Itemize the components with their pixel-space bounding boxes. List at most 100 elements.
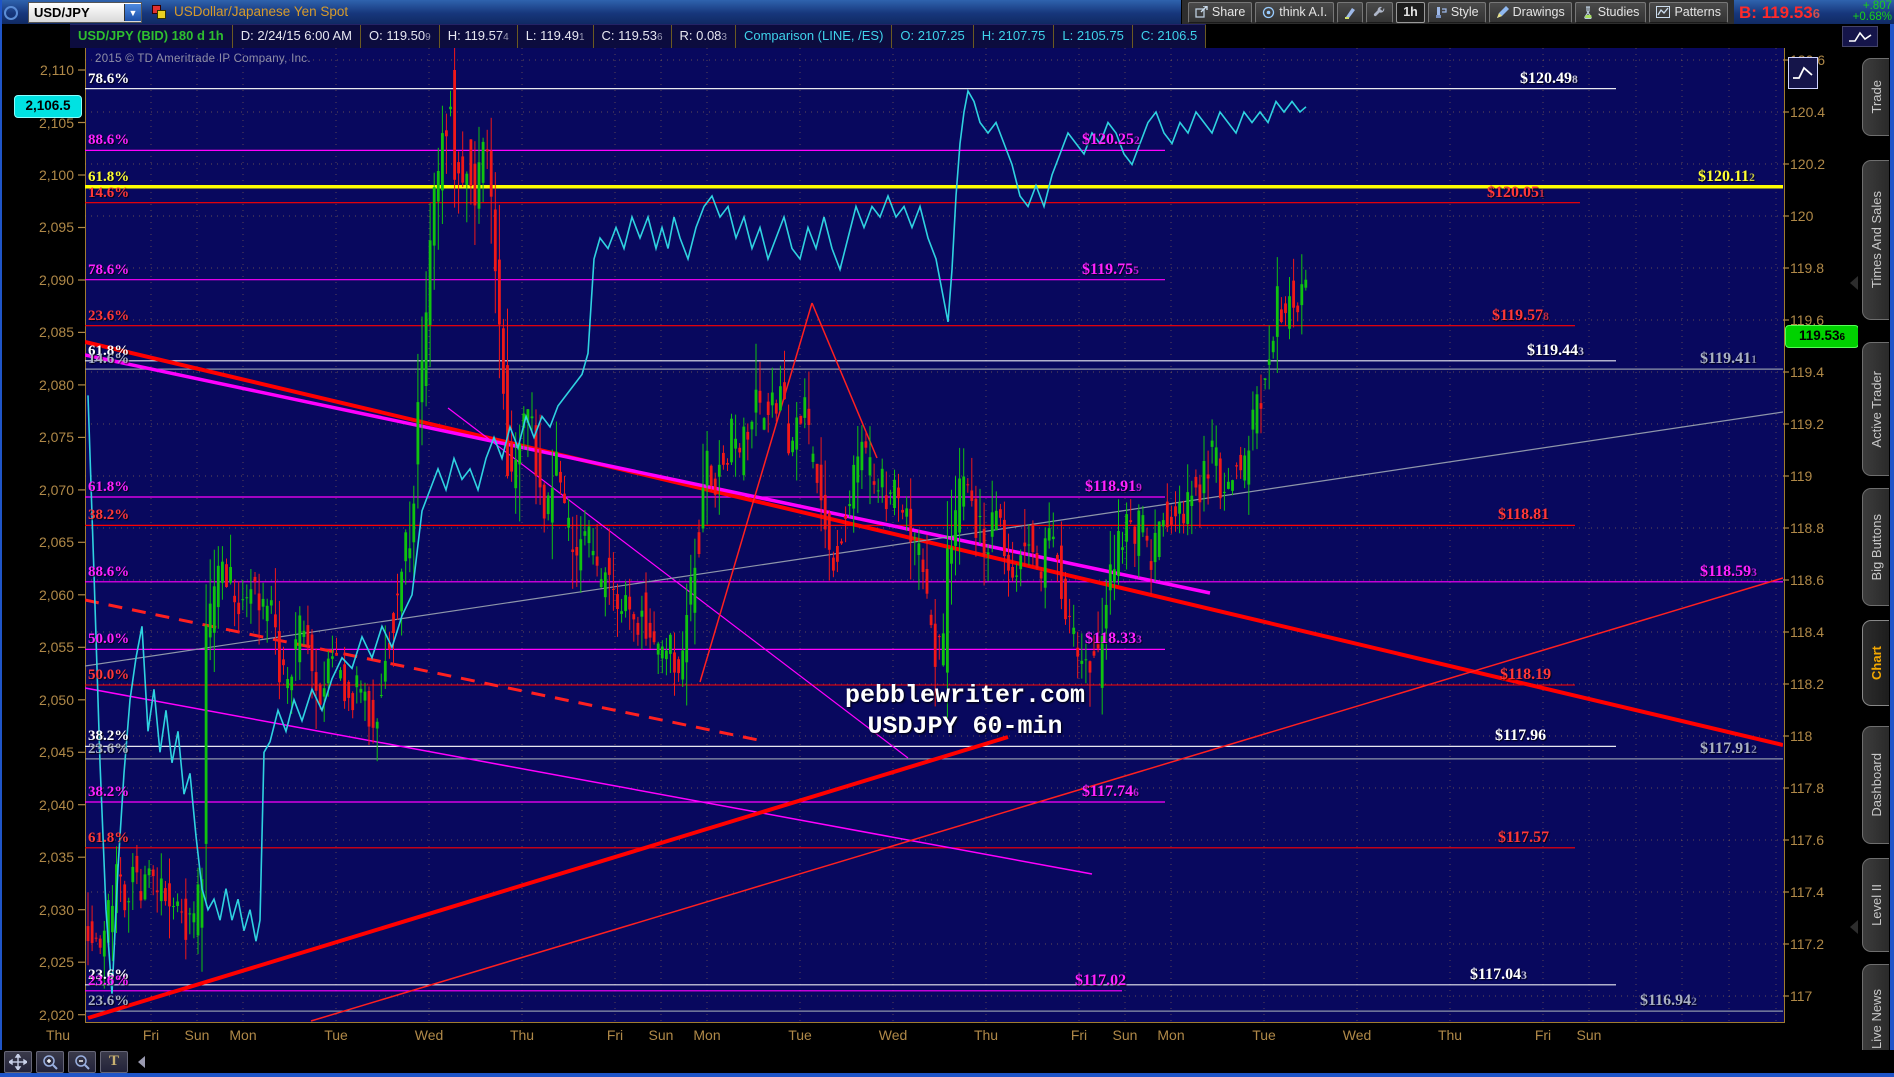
price-level-label: $120.112 <box>1698 167 1755 185</box>
x-axis-date-label: Tue <box>324 1027 348 1043</box>
left-axis-tick: 2,050 <box>38 691 74 708</box>
left-axis-tick: 2,040 <box>38 796 74 813</box>
right-axis-tick: 117 <box>1790 987 1813 1004</box>
right-axis-tick: 118.4 <box>1790 623 1824 640</box>
fib-level-label: 88.6% <box>88 563 130 580</box>
price-level-label: $119.578 <box>1492 306 1549 324</box>
share-button[interactable]: Share <box>1187 1 1253 23</box>
fib-level-label: 61.8% <box>88 168 130 185</box>
x-axis-date-label: Sun <box>1112 1027 1138 1043</box>
left-axis-tick: 2,045 <box>38 744 74 761</box>
title-bar: USD/JPY ▼ USDollar/Japanese Yen Spot Sha… <box>0 0 1894 24</box>
left-axis-tick: 2,025 <box>38 954 74 971</box>
expansion-icon[interactable] <box>1788 57 1818 89</box>
marker-icon <box>1344 6 1356 19</box>
fib-level-label: 61.8% <box>88 479 130 496</box>
x-axis-date-label: Mon <box>693 1027 721 1043</box>
collapse-arrow-icon[interactable] <box>1850 276 1858 290</box>
price-level-label: $118.81 <box>1498 506 1550 524</box>
line-chart-icon[interactable] <box>1842 26 1878 47</box>
change-percent: +0.68% <box>1852 11 1892 23</box>
tab-chart[interactable]: Chart <box>1862 620 1889 706</box>
status-field: C: 119.536 <box>594 25 672 48</box>
price-level-label: $117.746 <box>1082 783 1139 801</box>
status-field: H: 119.574 <box>440 25 518 48</box>
x-axis-date-label: Wed <box>1342 1027 1372 1043</box>
link-color-icon[interactable] <box>152 5 166 19</box>
ohlc-status-row: USD/JPY (BID) 180 d 1h D: 2/24/15 6:00 AM… <box>0 24 1894 48</box>
collapse-arrow-icon[interactable] <box>1850 920 1858 934</box>
window-border-bottom <box>0 1073 1894 1077</box>
studies-button[interactable]: Studies <box>1574 1 1647 23</box>
tab-active-trader[interactable]: Active Trader <box>1862 342 1889 476</box>
status-field: D: 2/24/15 6:00 AM <box>233 25 361 48</box>
right-axis-tick: 118.8 <box>1790 519 1824 536</box>
fib-level-label: 14.6% <box>88 184 130 201</box>
chart-toolbar: Share think A.I. 1h Style Drawings Studies Pat… <box>1180 0 1734 24</box>
status-field: Comparison (LINE, /ES) <box>736 25 893 48</box>
status-field: C: 2106.5 <box>1133 25 1207 48</box>
collapse-left-icon[interactable] <box>138 1055 145 1068</box>
tab-dashboard[interactable]: Dashboard <box>1862 726 1889 844</box>
button-label: Style <box>1450 5 1479 19</box>
price-level-label: $117.57 <box>1498 828 1550 846</box>
status-field: H: 2107.75 <box>974 25 1055 48</box>
tab-level-ii[interactable]: Level II <box>1862 858 1889 952</box>
x-axis-date-label: Sun <box>1576 1027 1602 1043</box>
fib-level-label: 61.8% <box>88 829 130 846</box>
right-axis-tick: 117.2 <box>1790 935 1824 952</box>
price-level-label: $118.19 <box>1500 666 1552 684</box>
right-axis-tick: 119.4 <box>1790 363 1824 380</box>
right-axis-tick: 117.8 <box>1790 779 1824 796</box>
x-axis-date-label: Mon <box>229 1027 257 1043</box>
x-axis-date-label: Wed <box>414 1027 444 1043</box>
price-level-label: $120.252 <box>1082 131 1140 149</box>
fib-level-label: 23.6% <box>88 740 130 757</box>
button-label: Drawings <box>1512 5 1565 19</box>
zoom-in-icon[interactable] <box>36 1050 64 1073</box>
price-level-label: $117.96 <box>1495 727 1547 745</box>
right-axis-tick: 119.2 <box>1790 415 1824 432</box>
style-icon <box>1435 6 1447 19</box>
price-level-label: $119.443 <box>1527 341 1584 359</box>
price-level-label: $120.051 <box>1487 183 1545 201</box>
left-axis-tick: 2,100 <box>38 166 74 183</box>
right-axis-tick: 120.2 <box>1790 155 1826 172</box>
zoom-out-icon[interactable] <box>68 1050 96 1073</box>
x-axis-date-label: Thu <box>509 1027 535 1043</box>
tab-big-buttons[interactable]: Big Buttons <box>1862 488 1889 606</box>
drawings-button[interactable]: Drawings <box>1488 1 1572 23</box>
tab-trade[interactable]: Trade <box>1862 58 1889 136</box>
price-level-label: $120.498 <box>1520 69 1578 87</box>
style-button[interactable]: Style <box>1427 1 1486 23</box>
right-axis-tick: 118 <box>1790 727 1813 744</box>
think-a-i--button[interactable]: think A.I. <box>1255 1 1335 23</box>
fib-level-label: 23.6% <box>88 307 130 324</box>
button-label: Patterns <box>1674 5 1721 19</box>
x-axis-date-label: Thu <box>973 1027 999 1043</box>
1h-button[interactable]: 1h <box>1396 1 1425 23</box>
fib-level-label: 38.2% <box>88 784 130 801</box>
price-level-label: $119.411 <box>1700 350 1757 368</box>
tab-times-and-sales[interactable]: Times And Sales <box>1862 160 1889 320</box>
text-tool-icon[interactable]: T <box>100 1050 128 1073</box>
left-axis-tick: 2,085 <box>38 324 74 341</box>
marker-button[interactable] <box>1337 1 1364 23</box>
left-axis-tick: 2,110 <box>40 62 74 79</box>
thinkorswim-window: { "header": { "symbol": "USD/JPY", "titl… <box>0 0 1894 1077</box>
right-axis-tick: 118.2 <box>1790 675 1824 692</box>
patterns-button[interactable]: Patterns <box>1649 1 1728 23</box>
x-axis-date-label: Mon <box>1157 1027 1185 1043</box>
pan-icon[interactable] <box>4 1050 32 1073</box>
right-axis-tick: 117.6 <box>1790 831 1824 848</box>
comparison-price-bubble: 2,106.5 <box>14 95 82 118</box>
wrench-button[interactable] <box>1366 1 1394 23</box>
chevron-down-icon[interactable]: ▼ <box>124 4 141 21</box>
price-level-label: $118.919 <box>1085 478 1142 496</box>
symbol-value: USD/JPY <box>34 5 90 20</box>
x-axis-date-label: Sun <box>184 1027 210 1043</box>
flask-icon <box>1582 5 1594 19</box>
symbol-input[interactable]: USD/JPY ▼ <box>28 2 142 23</box>
button-label: 1h <box>1403 5 1418 19</box>
x-axis-date-label: Fri <box>142 1027 160 1043</box>
